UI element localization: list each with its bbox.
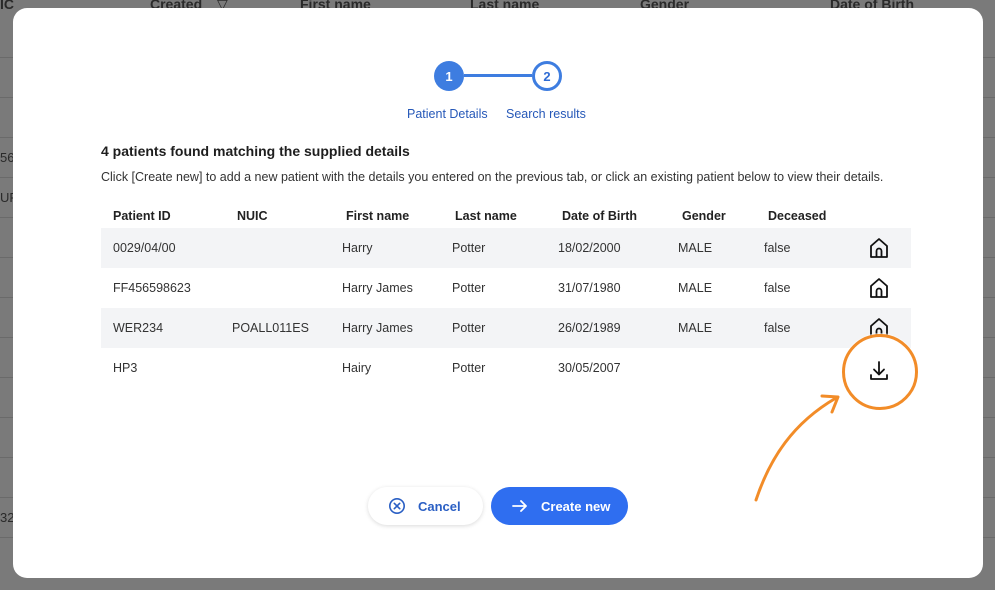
arrow-right-icon (512, 500, 527, 512)
cell-deceased: false (764, 241, 791, 255)
step-2-indicator[interactable]: 2 (532, 61, 562, 91)
cell-last-name: Potter (452, 241, 486, 255)
cancel-button-label: Cancel (418, 498, 461, 514)
table-header: Patient ID NUIC First name Last name Dat… (101, 204, 911, 228)
patients-table: Patient ID NUIC First name Last name Dat… (101, 204, 911, 388)
column-header-deceased: Deceased (768, 209, 827, 223)
cell-patient-id: FF456598623 (113, 281, 191, 295)
cell-patient-id: 0029/04/00 (113, 241, 176, 255)
cell-last-name: Potter (452, 281, 486, 295)
cell-deceased: false (764, 321, 791, 335)
cell-patient-id: HP3 (113, 361, 138, 375)
background-header-col: IC (0, 0, 14, 12)
column-header-last-name: Last name (455, 209, 517, 223)
patient-search-modal: 1 2 Patient Details Search results 4 pat… (13, 8, 983, 578)
cell-date-of-birth: 30/05/2007 (558, 361, 621, 375)
cell-first-name: Harry (342, 241, 373, 255)
cell-date-of-birth: 26/02/1989 (558, 321, 621, 335)
table-row[interactable]: 0029/04/00 Harry Potter 18/02/2000 MALE … (101, 228, 911, 268)
cancel-button[interactable]: Cancel (368, 487, 483, 525)
cell-first-name: Hairy (342, 361, 372, 375)
cell-nuic: POALL011ES (232, 321, 309, 335)
cell-first-name: Harry James (342, 321, 413, 335)
cell-gender: MALE (678, 281, 713, 295)
column-header-gender: Gender (682, 209, 726, 223)
cell-last-name: Potter (452, 361, 486, 375)
table-row[interactable]: FF456598623 Harry James Potter 31/07/198… (101, 268, 911, 308)
create-new-button-label: Create new (541, 498, 611, 514)
cell-last-name: Potter (452, 321, 486, 335)
cell-gender: MALE (678, 321, 713, 335)
home-icon[interactable] (867, 276, 891, 300)
annotation-arrow (754, 394, 840, 502)
create-new-button[interactable]: Create new (491, 487, 628, 525)
step-1-indicator[interactable]: 1 (434, 61, 464, 91)
results-title: 4 patients found matching the supplied d… (101, 143, 410, 159)
column-header-first-name: First name (346, 209, 410, 223)
wizard-stepper: 1 2 Patient Details Search results (13, 61, 983, 121)
cell-patient-id: WER234 (113, 321, 164, 335)
column-header-nuic: NUIC (237, 209, 268, 223)
table-row[interactable]: WER234 POALL011ES Harry James Potter 26/… (101, 308, 911, 348)
cell-deceased: false (764, 281, 791, 295)
table-row[interactable]: HP3 Hairy Potter 30/05/2007 (101, 348, 911, 388)
column-header-date-of-birth: Date of Birth (562, 209, 637, 223)
cell-first-name: Harry James (342, 281, 413, 295)
home-icon[interactable] (867, 236, 891, 260)
step-2-label[interactable]: Search results (506, 107, 586, 121)
stepper-connector (464, 74, 532, 77)
step-1-label[interactable]: Patient Details (407, 107, 488, 121)
download-icon[interactable] (867, 359, 891, 383)
cell-date-of-birth: 18/02/2000 (558, 241, 621, 255)
cancel-circle-icon (389, 498, 405, 514)
cell-date-of-birth: 31/07/1980 (558, 281, 621, 295)
results-description: Click [Create new] to add a new patient … (101, 170, 884, 184)
cell-gender: MALE (678, 241, 713, 255)
column-header-patient-id: Patient ID (113, 209, 171, 223)
